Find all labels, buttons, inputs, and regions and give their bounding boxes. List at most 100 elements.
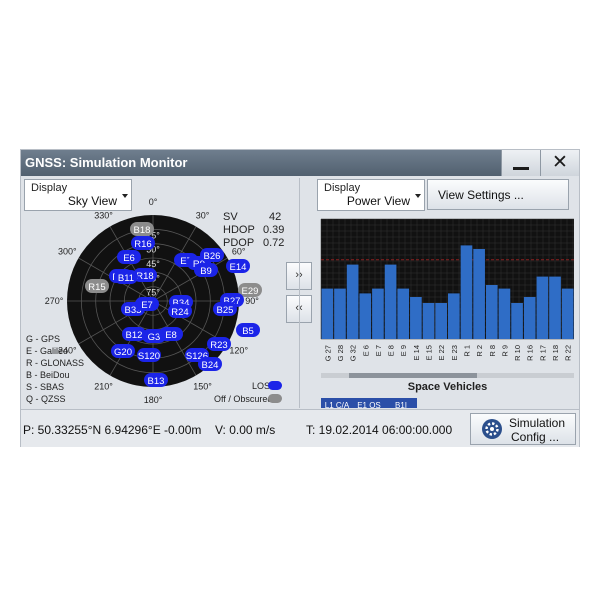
satellite-label: B11: [118, 273, 134, 284]
elevation-label: 45°: [146, 259, 160, 269]
legend-label: E1 OS: [357, 401, 381, 408]
satellite-label: B5: [242, 326, 254, 337]
window-title: GNSS: Simulation Monitor: [25, 155, 188, 170]
satellite-label: S120: [138, 351, 160, 362]
hdop-label: HDOP: [223, 224, 255, 236]
power-bar: [435, 303, 447, 339]
azimuth-label: 300°: [58, 247, 77, 257]
power-bar: [346, 264, 359, 339]
simulation-config-button[interactable]: Simulation Config ...: [470, 413, 576, 445]
satellite-label: E29: [242, 286, 259, 297]
obscured-swatch: [268, 394, 282, 403]
legend-galileo: E - Galileo: [26, 346, 69, 356]
azimuth-label: 330°: [94, 210, 113, 220]
power-bar: [384, 264, 397, 339]
satellite-label: B25: [217, 305, 234, 316]
los-swatch: [268, 381, 282, 390]
legend-qzss: Q - QZSS: [26, 394, 66, 404]
title-bar: GNSS: Simulation Monitor ✕: [21, 150, 579, 176]
azimuth-label: 210°: [94, 382, 113, 392]
sky-view-panel: Display Sky View 0° 30° 60° 90° 120° 150° 180°…: [23, 178, 312, 408]
legend-label: L1 C/A: [325, 401, 350, 408]
sv-tick-label: E 9: [399, 345, 408, 356]
position-readout: P: 50.33255°N 6.94296°E -0.00m: [23, 423, 202, 437]
azimuth-label: 150°: [193, 382, 212, 392]
satellite-label: E14: [230, 262, 247, 273]
azimuth-label: 270°: [45, 296, 64, 306]
sv-tick-label: R 9: [500, 345, 509, 357]
sim-config-line1: Simulation: [509, 416, 566, 430]
satellite-label: E6: [123, 253, 135, 264]
status-bar: P: 50.33255°N 6.94296°E -0.00m V: 0.00 m…: [21, 409, 579, 447]
sv-tick-label: R 16: [526, 345, 535, 361]
pdop-value: 0.72: [263, 237, 285, 249]
satellite-label: E8: [165, 330, 177, 341]
satellite-label: B12: [126, 330, 143, 341]
sv-tick-label: R 10: [513, 345, 522, 361]
minimize-icon: [513, 167, 529, 170]
power-bar: [485, 285, 498, 339]
sv-tick-label: E 6: [361, 345, 370, 356]
power-bar: [422, 303, 435, 339]
azimuth-label: 90°: [245, 296, 259, 306]
satellite-label: R16: [134, 239, 151, 250]
sv-tick-label: R 18: [551, 345, 560, 361]
power-bar: [561, 288, 574, 339]
close-icon: ✕: [552, 152, 568, 173]
obscured-label: Off / Obscured: [214, 394, 273, 404]
power-bar: [410, 297, 422, 339]
azimuth-label: 180°: [144, 395, 163, 405]
power-bar: [397, 288, 410, 339]
satellite-label: B24: [202, 360, 219, 371]
sv-tick-label: R 8: [488, 345, 497, 357]
minimize-button[interactable]: [501, 150, 540, 176]
power-bar: [321, 288, 334, 339]
satellite-label: R18: [136, 271, 153, 282]
satellite-label: B26: [204, 251, 221, 262]
azimuth-label: 30°: [196, 210, 210, 220]
power-bar: [334, 288, 346, 339]
satellite-label: R15: [88, 282, 105, 293]
scroll-thumb: [349, 373, 477, 378]
satellite-label: B18: [134, 225, 151, 236]
sv-value: 42: [269, 211, 282, 223]
elevation-label: 75°: [146, 288, 160, 298]
power-bar: [536, 276, 549, 339]
legend-sbas: S - SBAS: [26, 382, 65, 392]
power-bar: [460, 245, 473, 339]
close-button[interactable]: ✕: [540, 150, 579, 176]
power-bar: [511, 303, 523, 339]
azimuth-label: 120°: [229, 346, 248, 356]
legend-gps: G - GPS: [26, 334, 61, 344]
time-readout: T: 19.02.2014 06:00:00.000: [306, 423, 453, 437]
satellite-label: G20: [114, 347, 132, 358]
satellite-label: B9: [200, 266, 212, 277]
azimuth-label: 0°: [149, 197, 158, 207]
sv-tick-label: E 15: [425, 345, 434, 360]
sv-tick-label: E 8: [387, 345, 396, 356]
satellite-label: R24: [171, 307, 188, 318]
sv-label: SV: [223, 211, 238, 223]
sv-tick-label: G 27: [323, 345, 332, 361]
sv-tick-label: R 22: [564, 345, 573, 361]
gear-icon: [482, 419, 502, 439]
sv-tick-label: E 7: [374, 345, 383, 356]
hdop-value: 0.39: [263, 224, 285, 236]
sv-tick-label: R 2: [475, 345, 484, 357]
satellite-label: R23: [210, 340, 227, 351]
sv-tick-label: R 1: [462, 345, 471, 357]
satellite-label: E7: [141, 300, 153, 311]
sv-tick-label: E 14: [412, 345, 421, 360]
sv-tick-label: G 32: [349, 345, 358, 361]
legend-glonass: R - GLONASS: [26, 358, 85, 368]
satellite-label: G3: [148, 332, 161, 343]
power-view-chart: G 27 G 28 G 32 E 6 E 7 E 8E 9 E 14 E 15 E 22 E 23…: [320, 218, 574, 408]
sv-tick-label: G 28: [336, 345, 345, 361]
sv-tick-label: E 23: [450, 345, 459, 360]
sim-config-line2: Config ...: [511, 430, 560, 444]
gnss-simulation-monitor-window: GNSS: Simulation Monitor ✕ Display Sky V…: [20, 149, 580, 447]
power-bar: [523, 297, 536, 339]
power-bar: [372, 288, 384, 339]
power-bar: [359, 293, 372, 339]
x-axis-label: Space Vehicles: [408, 381, 488, 393]
